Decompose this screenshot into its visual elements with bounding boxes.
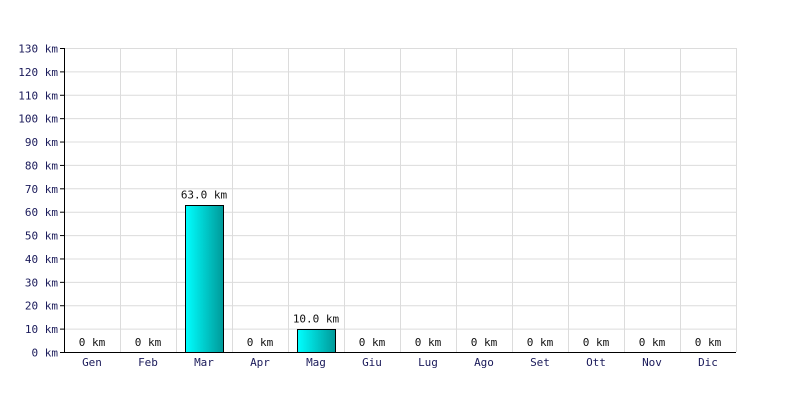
y-tick-label: 40 km bbox=[25, 253, 58, 266]
x-tick-label: Nov bbox=[642, 356, 662, 369]
y-tick-label: 10 km bbox=[25, 323, 58, 336]
monthly-distance-chart: 0 km 10 km 20 km 30 km 40 km 50 km 60 km 70 km 8… bbox=[18, 43, 737, 369]
bar-mag bbox=[297, 329, 336, 353]
y-axis-ticks: 0 km 10 km 20 km 30 km 40 km 50 km 60 km 70 km 8… bbox=[18, 43, 58, 360]
y-tick-label: 50 km bbox=[25, 230, 58, 243]
x-tick-label: Feb bbox=[138, 356, 158, 369]
y-tick-label: 70 km bbox=[25, 183, 58, 196]
value-label: 0 km bbox=[79, 336, 106, 349]
value-label: 0 km bbox=[471, 336, 498, 349]
x-axis-ticks: Gen Feb Mar Apr Mag Giu Lug Ago Set Ott Nov Dic bbox=[82, 356, 718, 369]
value-label: 0 km bbox=[135, 336, 162, 349]
x-tick-label: Lug bbox=[418, 356, 438, 369]
y-tick-label: 30 km bbox=[25, 276, 58, 289]
grid-lines bbox=[64, 48, 737, 353]
bars bbox=[185, 205, 336, 353]
value-label: 0 km bbox=[583, 336, 610, 349]
axes bbox=[60, 48, 736, 353]
x-tick-label: Dic bbox=[698, 356, 718, 369]
x-tick-label: Gen bbox=[82, 356, 102, 369]
x-tick-label: Apr bbox=[250, 356, 270, 369]
y-tick-label: 20 km bbox=[25, 300, 58, 313]
value-label: 0 km bbox=[415, 336, 442, 349]
value-label: 0 km bbox=[247, 336, 274, 349]
value-label: 0 km bbox=[695, 336, 722, 349]
x-tick-label: Giu bbox=[362, 356, 382, 369]
value-label: 0 km bbox=[639, 336, 666, 349]
value-label: 10.0 km bbox=[293, 313, 340, 326]
y-tick-label: 100 km bbox=[18, 113, 58, 126]
y-tick-label: 120 km bbox=[18, 66, 58, 79]
x-tick-label: Mag bbox=[306, 356, 326, 369]
y-tick-label: 90 km bbox=[25, 136, 58, 149]
x-tick-label: Ago bbox=[474, 356, 494, 369]
y-tick-label: 80 km bbox=[25, 159, 58, 172]
y-tick-label: 60 km bbox=[25, 206, 58, 219]
y-tick-label: 110 km bbox=[18, 89, 58, 102]
x-tick-label: Mar bbox=[194, 356, 214, 369]
value-label: 63.0 km bbox=[181, 189, 228, 202]
value-label: 0 km bbox=[359, 336, 386, 349]
x-tick-label: Set bbox=[530, 356, 550, 369]
y-tick-label: 0 km bbox=[32, 347, 59, 360]
x-tick-label: Ott bbox=[586, 356, 606, 369]
value-label: 0 km bbox=[527, 336, 554, 349]
y-tick-label: 130 km bbox=[18, 43, 58, 56]
bar-mar bbox=[185, 205, 224, 353]
